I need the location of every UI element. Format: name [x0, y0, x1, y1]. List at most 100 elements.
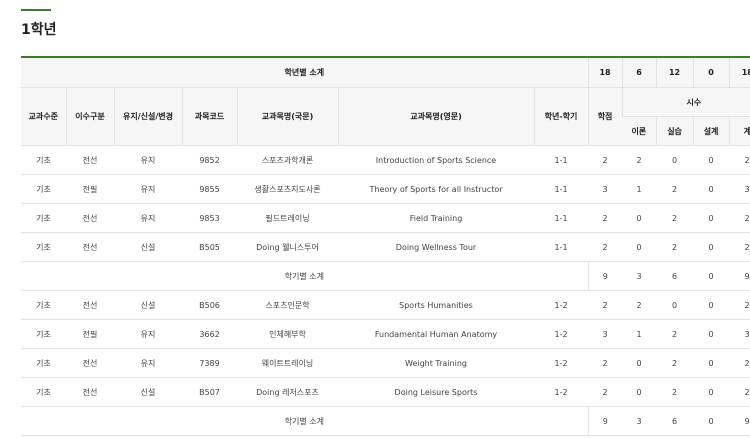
grade-total-sum: 18 [728, 56, 750, 88]
cell-level: 기초 [21, 290, 66, 320]
cell-design: 0 [693, 348, 730, 378]
cell-total: 2 [729, 203, 750, 233]
table-row: 기초 전선 신설 B507 Doing 레저스포츠 Doing Leisure … [21, 377, 750, 407]
cell-credits: 2 [588, 232, 623, 262]
cell-name-en: Weight Training [338, 348, 534, 378]
header-design: 설계 [692, 116, 730, 146]
table-row: 기초 전선 신설 B505 Doing 웰니스투어 Doing Wellness… [21, 232, 750, 262]
cell-design: 0 [693, 290, 730, 320]
cell-practice: 2 [656, 232, 694, 262]
cell-name-en: Introduction of Sports Science [338, 145, 534, 175]
cell-theory: 0 [622, 203, 657, 233]
cell-name-en: Theory of Sports for all Instructor [338, 174, 534, 204]
cell-theory: 2 [622, 290, 657, 320]
header-code: 과목코드 [181, 87, 237, 146]
cell-category: 전선 [66, 203, 114, 233]
cell-category: 전선 [66, 377, 114, 407]
table-row: 기초 전선 신설 B506 스포츠인문학 Sports Humanities 1… [21, 290, 750, 320]
header-status: 유지/신설/변경 [113, 87, 182, 146]
cell-credits: 2 [588, 348, 623, 378]
header-row: 교과수준 이수구분 유지/신설/변경 과목코드 교과목명(국문) 교과목명(영문… [21, 87, 750, 146]
header-name-kr: 교과목명(국문) [236, 87, 338, 146]
semester-subtotal-row: 학기별 소계 9 3 6 0 9 [21, 406, 750, 436]
subtotal-credits: 9 [587, 406, 623, 436]
cell-total: 3 [729, 319, 750, 349]
subtotal-design: 0 [693, 406, 730, 436]
subtotal-total: 9 [729, 261, 750, 291]
cell-code: 3662 [182, 319, 237, 349]
header-credits: 학점 [587, 87, 623, 146]
header-hours: 시수 [621, 87, 750, 117]
cell-total: 2 [729, 145, 750, 175]
cell-category: 전필 [66, 319, 114, 349]
header-theory: 이론 [622, 116, 657, 146]
cell-total: 2 [729, 348, 750, 378]
cell-category: 전선 [66, 348, 114, 378]
cell-theory: 0 [622, 377, 657, 407]
cell-semester: 1-2 [534, 348, 589, 378]
cell-name-en: Sports Humanities [338, 290, 534, 320]
cell-semester: 1-1 [534, 203, 589, 233]
cell-semester: 1-2 [534, 319, 589, 349]
cell-credits: 2 [588, 290, 623, 320]
header-name-en: 교과목명(영문) [337, 87, 534, 146]
cell-name-en: Field Training [338, 203, 534, 233]
header-practice: 실습 [655, 116, 694, 146]
subtotal-design: 0 [693, 261, 730, 291]
cell-name-kr: Doing 레저스포츠 [237, 377, 338, 407]
semester-subtotal-row: 학기별 소계 9 3 6 0 9 [21, 261, 750, 291]
header-category: 이수구분 [65, 87, 114, 146]
cell-semester: 1-2 [534, 377, 589, 407]
cell-credits: 3 [588, 319, 623, 349]
grade-total-theory: 6 [621, 56, 657, 88]
cell-practice: 2 [656, 319, 694, 349]
cell-status: 신설 [114, 290, 182, 320]
cell-theory: 0 [622, 232, 657, 262]
cell-practice: 0 [656, 145, 694, 175]
cell-practice: 2 [656, 348, 694, 378]
table-row: 기초 전선 유지 7389 웨이트트레이닝 Weight Training 1-… [21, 348, 750, 378]
header-semester: 학년-학기 [533, 87, 589, 146]
cell-total: 2 [729, 377, 750, 407]
cell-status: 신설 [114, 232, 182, 262]
subtotal-credits: 9 [587, 261, 623, 291]
cell-name-en: Doing Wellness Tour [338, 232, 534, 262]
grade-total-row: 학년별 소계 18 6 12 0 18 [21, 56, 750, 88]
title-accent-bar [21, 9, 51, 11]
cell-name-kr: 스포츠인문학 [237, 290, 338, 320]
curriculum-table: 학년별 소계 18 6 12 0 18 교과수준 이수구분 유지/신설/변경 과… [21, 56, 750, 436]
cell-name-en: Fundamental Human Anatomy [338, 319, 534, 349]
cell-category: 전선 [66, 145, 114, 175]
cell-name-en: Doing Leisure Sports [338, 377, 534, 407]
cell-category: 전선 [66, 290, 114, 320]
subtotal-label: 학기별 소계 [21, 406, 589, 436]
cell-credits: 2 [588, 145, 623, 175]
subtotal-label: 학기별 소계 [21, 261, 589, 291]
cell-code: B506 [182, 290, 237, 320]
subtotal-theory: 3 [622, 261, 657, 291]
cell-name-kr: Doing 웰니스투어 [237, 232, 338, 262]
cell-design: 0 [693, 174, 730, 204]
cell-credits: 2 [588, 377, 623, 407]
cell-status: 유지 [114, 348, 182, 378]
cell-design: 0 [693, 319, 730, 349]
cell-design: 0 [693, 203, 730, 233]
cell-code: B507 [182, 377, 237, 407]
table-row: 기초 전선 유지 9852 스포츠과학개론 Introduction of Sp… [21, 145, 750, 175]
cell-credits: 2 [588, 203, 623, 233]
cell-semester: 1-1 [534, 174, 589, 204]
cell-theory: 0 [622, 348, 657, 378]
cell-status: 유지 [114, 203, 182, 233]
cell-code: 9853 [182, 203, 237, 233]
cell-name-kr: 웨이트트레이닝 [237, 348, 338, 378]
cell-status: 유지 [114, 145, 182, 175]
cell-semester: 1-1 [534, 145, 589, 175]
grade-total-practice: 12 [655, 56, 694, 88]
cell-practice: 2 [656, 203, 694, 233]
cell-status: 신설 [114, 377, 182, 407]
header-total: 계 [728, 116, 750, 146]
grade-total-design: 0 [692, 56, 730, 88]
cell-total: 2 [729, 290, 750, 320]
cell-level: 기초 [21, 203, 66, 233]
table-row: 기초 전필 유지 9855 생활스포츠지도사론 Theory of Sports… [21, 174, 750, 204]
